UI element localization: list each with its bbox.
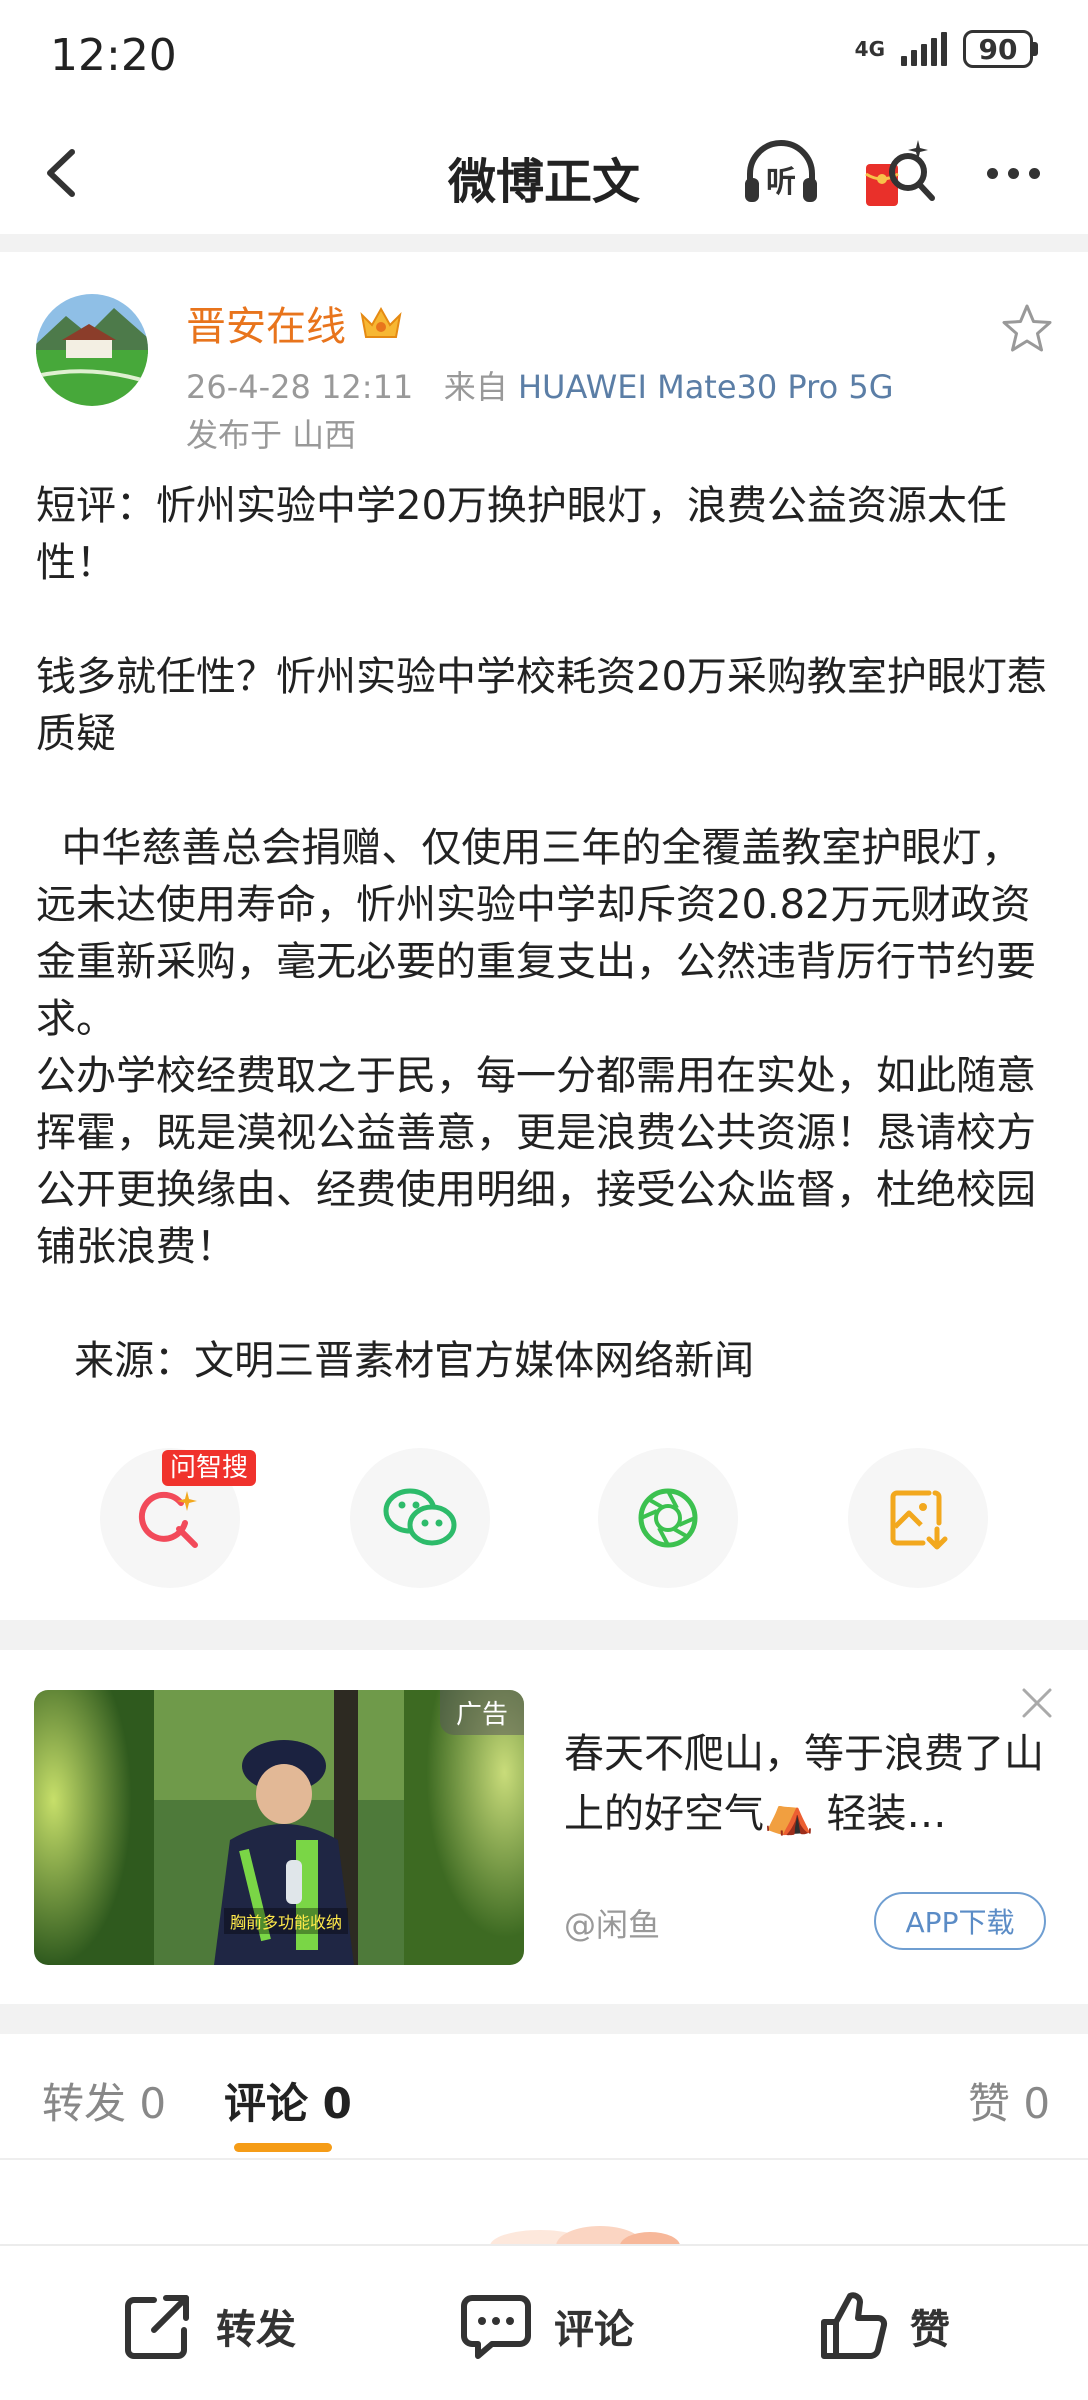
post-paragraph: 公办学校经费取之于民，每一分都需用在实处，如此随意挥霍，既是漠视公益善意，更是浪…: [36, 1053, 1036, 1270]
post-timestamp: 26-4-28 12:11: [186, 368, 414, 406]
repost-button[interactable]: 转发: [120, 2286, 296, 2366]
divider-band: [0, 2004, 1088, 2034]
status-indicators: 4G 90: [855, 30, 1038, 68]
source-prefix: 来自: [443, 368, 508, 406]
post-body: 短评：忻州实验中学20万换护眼灯，浪费公益资源太任性！ ​ 钱多就任性？忻州实验…: [36, 478, 1056, 1390]
app-download-button[interactable]: APP下载: [874, 1892, 1046, 1950]
divider-band: [0, 234, 1088, 252]
share-moments-button[interactable]: [598, 1448, 738, 1588]
active-tab-indicator: [234, 2143, 332, 2152]
star-icon: [1002, 304, 1052, 352]
bottom-action-bar: 转发 评论 赞: [0, 2244, 1088, 2400]
status-time: 12:20: [50, 30, 177, 81]
favorite-button[interactable]: [1000, 302, 1054, 356]
comment-label: 评论: [554, 2307, 634, 2353]
moments-icon: [638, 1488, 698, 1548]
repost-icon: [125, 2295, 189, 2359]
tab-comments[interactable]: 评论 0: [224, 2070, 352, 2131]
back-arrow-icon: [47, 149, 75, 197]
more-icon: [986, 167, 998, 179]
comment-button[interactable]: 评论: [458, 2286, 634, 2366]
ai-search-icon: [138, 1491, 198, 1548]
ad-tag: 广告: [439, 1690, 524, 1735]
ai-search-badge: 问智搜: [162, 1450, 257, 1486]
post-paragraph: ​: [36, 1276, 1056, 1333]
red-packet-button[interactable]: [858, 132, 940, 214]
author-name[interactable]: 晋安在线: [186, 294, 346, 352]
top-nav: 微博正文 听: [0, 112, 1088, 234]
divider-band: [0, 1620, 1088, 1650]
save-image-icon: [890, 1490, 948, 1550]
post-paragraph: ​: [36, 763, 1056, 820]
like-label: 赞: [910, 2307, 950, 2353]
battery-icon: 90: [963, 30, 1038, 68]
ad-image-caption: 胸前多功能收纳: [224, 1908, 349, 1934]
author-name-row[interactable]: 晋安在线: [186, 294, 404, 352]
post-paragraph: 短评：忻州实验中学20万换护眼灯，浪费公益资源太任性！: [36, 483, 1007, 586]
save-image-button[interactable]: [848, 1448, 988, 1588]
ad-source: @闲鱼: [564, 1906, 661, 1944]
repost-label: 转发: [216, 2307, 296, 2353]
post-paragraph: 钱多就任性？忻州实验中学校耗资20万采购教室护眼灯惹质疑: [36, 654, 1047, 757]
ad-title[interactable]: 春天不爬山，等于浪费了山上的好空气⛺ 轻装…: [564, 1724, 1058, 1844]
avatar[interactable]: [36, 294, 148, 406]
device-link[interactable]: HUAWEI Mate30 Pro 5G: [518, 368, 894, 406]
back-button[interactable]: [30, 138, 100, 208]
status-bar: 12:20 4G 90: [0, 0, 1088, 112]
ad-close-button[interactable]: [1016, 1682, 1058, 1724]
crown-badge-icon: [360, 306, 402, 338]
tab-likes[interactable]: 赞 0: [968, 2070, 1050, 2131]
post-paragraph: 来源：文明三晋素材官方媒体网络新闻: [36, 1338, 755, 1384]
listen-icon: 听: [745, 140, 817, 202]
battery-level: 90: [963, 30, 1033, 68]
loading-placeholder: [470, 2222, 690, 2266]
share-wechat-button[interactable]: [350, 1448, 490, 1588]
post-meta: 26-4-28 12:11 来自 HUAWEI Mate30 Pro 5G: [186, 362, 894, 408]
close-icon: [1022, 1688, 1052, 1718]
post-location: 发布于 山西: [186, 416, 357, 454]
svg-text:听: 听: [766, 165, 796, 200]
more-button[interactable]: [972, 132, 1054, 214]
ad-image[interactable]: 广告 胸前多功能收纳: [34, 1690, 524, 1965]
wechat-icon: [383, 1488, 457, 1546]
red-packet-icon: [865, 140, 935, 206]
post-paragraph: 中华慈善总会捐赠、仅使用三年的全覆盖教室护眼灯，远未达使用寿命，忻州实验中学却斥…: [36, 825, 1036, 1042]
like-button[interactable]: 赞: [814, 2286, 950, 2366]
tab-repost[interactable]: 转发 0: [42, 2070, 166, 2131]
comment-icon: [461, 2295, 531, 2359]
listen-button[interactable]: 听: [740, 132, 822, 214]
tabs-divider: [0, 2158, 1088, 2160]
post-paragraph: ​: [36, 592, 1056, 649]
network-type: 4G: [854, 37, 885, 61]
signal-icon: [901, 32, 947, 66]
thumbs-up-icon: [821, 2292, 888, 2359]
